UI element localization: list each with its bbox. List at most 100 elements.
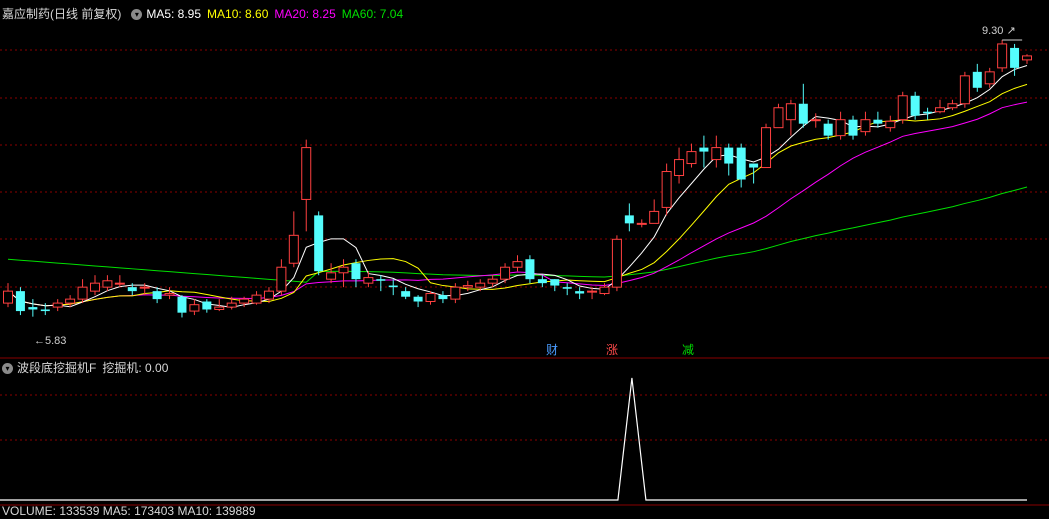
candle-body-up [276,266,287,292]
candle-body-up [785,103,796,121]
candle-body-down [736,147,746,180]
candle-body-up [761,127,772,169]
candle-body-down [388,285,398,288]
candle-body-up [65,298,76,304]
ma10-label: MA10: 8.60 [207,7,269,21]
candle-body-up [835,119,846,137]
candle-body-up [599,286,610,295]
candle-body-down [798,103,808,124]
candle-body-down [314,215,324,272]
candle-body-up [959,75,970,105]
candle-body-up [1022,55,1032,61]
volume-header: VOLUME: 133539 MA5: 173403 MA10: 139889 [2,503,262,519]
candle-body-down [438,295,448,300]
candle-body-down [152,291,162,300]
candle-body-down [562,287,572,289]
candle-body-up [338,266,349,274]
candle-body-up [686,151,697,165]
candle-body-down [376,279,386,281]
candle-body-up [450,286,461,300]
candle-body-up [226,302,237,308]
candle-body-down [28,307,38,310]
candle-body-up [475,282,486,288]
low-price-value: 5.83 [45,335,67,347]
candle-body-up [674,159,685,177]
candle-body-down [525,259,535,280]
candle-body-down [537,279,547,284]
candle-body-up [587,290,598,293]
candle-body-up [636,222,647,225]
candle-body-down [401,291,411,297]
candle-body-up [52,302,63,308]
ma60-label: MA60: 7.04 [341,7,404,21]
candle-body-up [263,290,274,300]
candle-body-down [749,163,759,168]
candle-body-down [413,296,423,302]
candle-body-up [462,285,473,288]
event-rise-marker[interactable]: 涨 [604,343,620,357]
candle-body-up [661,171,672,208]
candle-body-up [326,272,337,280]
high-price-label: 9.30 ↗ [982,25,1016,37]
candle-body-up [3,290,13,304]
candle-body-up [897,95,908,121]
candle-body-up [102,280,113,288]
candle-body-up [512,261,523,268]
candle-body-up [611,238,622,288]
candle-body-up [164,293,175,296]
candle-body-up [425,293,436,303]
candle-body-up [114,282,125,285]
candle-body-up [935,107,946,113]
candle-body-down [699,147,709,152]
candle-body-down [202,301,212,310]
candle-body-up [89,282,100,292]
ma20-label: MA20: 8.25 [274,7,336,21]
sub-panel-header: ▾ 波段底挖掘机F 挖掘机: 0.00 [2,360,174,376]
candle-body-up [288,234,299,264]
candle-body-up [885,120,896,129]
main-header: 嘉应制药(日线 前复权) ▾ MA5: 8.95 MA10: 8.60 MA20… [2,6,409,22]
candle-body-down [351,263,361,280]
stock-title: 嘉应制药(日线 前复权) [2,7,122,21]
candle-body-down [1010,47,1020,68]
candle-body-up [984,71,995,85]
candle-body-up [239,298,250,304]
candle-body-up [773,107,784,129]
event-finance-marker[interactable]: 财 [544,343,560,357]
candle-body-up [860,119,871,133]
candle-body-down [848,119,858,136]
candle-body-down [575,291,585,294]
candle-body-up [810,119,821,122]
candle-body-up [997,43,1008,69]
chevron-down-icon[interactable]: ▾ [2,362,13,374]
low-price-label: ←5.83 [34,335,66,347]
candle-body-down [177,296,187,313]
candle-body-up [711,147,722,161]
candle-body-down [910,95,920,116]
candle-body-down [923,111,933,114]
candle-body-down [823,123,833,136]
kline-chart[interactable] [0,0,1049,510]
high-price-value: 9.30 [982,25,1004,37]
candle-body-up [500,266,511,280]
candle-body-up [947,103,958,109]
candle-body-down [550,279,560,286]
sub-panel-grid [0,394,1049,441]
candle-body-up [487,278,498,284]
digger-signal-line [0,377,1027,501]
volume-values: VOLUME: 133539 MA5: 173403 MA10: 139889 [2,504,256,518]
event-reduce-marker[interactable]: 减 [680,343,696,357]
candle-body-down [127,287,137,292]
candle-body-down [972,71,982,88]
sub-indicator-title: 波段底挖掘机F [17,361,97,375]
chevron-down-icon[interactable]: ▾ [131,8,143,20]
candle-body-up [649,210,660,224]
candle-body-down [40,309,50,312]
arrow-left-icon: ← [34,335,45,347]
candle-body-down [624,215,634,224]
candle-body-up [189,304,200,312]
candle-body-up [139,286,150,289]
candle-body-up [77,286,88,300]
candle-body-up [214,306,225,310]
candle-body-down [15,291,25,312]
